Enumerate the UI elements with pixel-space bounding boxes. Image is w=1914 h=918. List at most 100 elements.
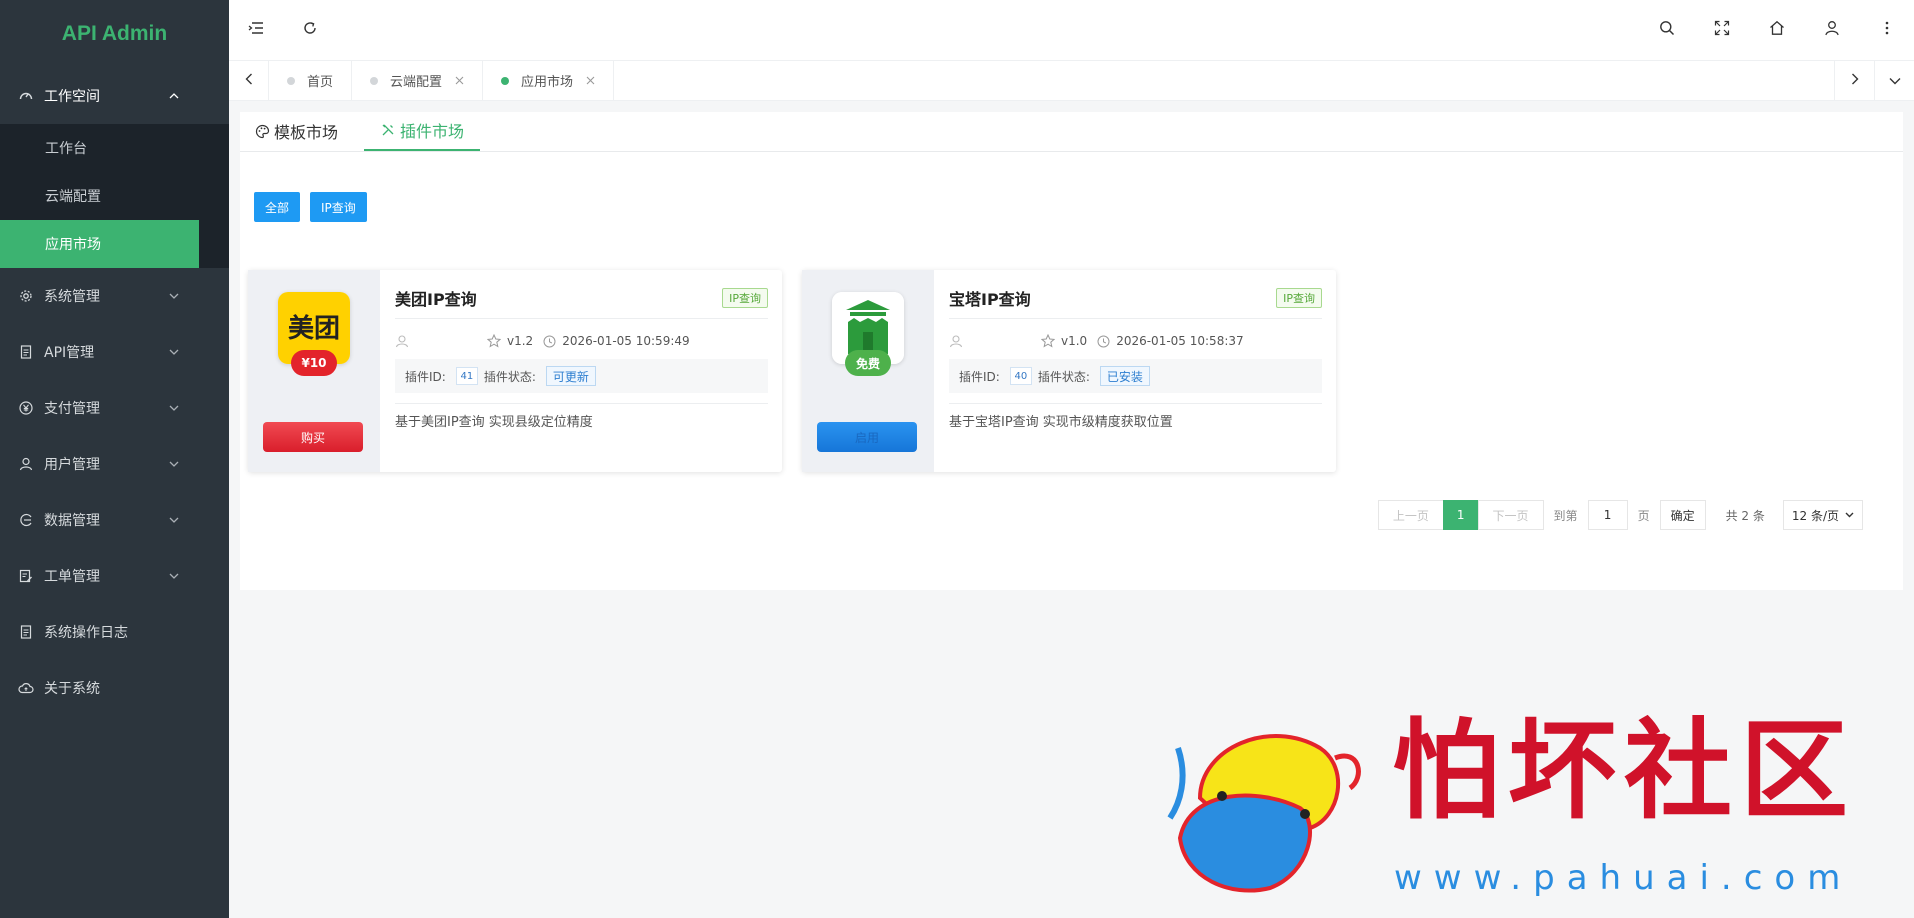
filter-all-button[interactable]: 全部	[254, 192, 301, 222]
watermark-url: www.pahuai.com	[1394, 858, 1853, 898]
buy-button[interactable]: 购买	[263, 422, 363, 452]
tab-cloud-config[interactable]: 云端配置	[352, 60, 484, 101]
enable-button[interactable]: 启用	[817, 422, 917, 452]
chevron-down-icon	[169, 347, 179, 357]
plugin-card-cover: 美团 ¥10 购买	[248, 270, 380, 472]
tab-label: 云端配置	[390, 75, 443, 90]
page-number-input[interactable]: 1	[1587, 500, 1628, 530]
tab-dot	[501, 76, 510, 85]
chevron-down-icon	[169, 291, 179, 301]
log-icon	[18, 624, 34, 640]
page-size-value: 12 条/页	[1791, 508, 1839, 523]
clock-icon	[1097, 335, 1110, 347]
star-icon	[487, 334, 501, 348]
confirm-page-button[interactable]: 确定	[1659, 500, 1706, 530]
refresh-icon	[302, 20, 318, 40]
sidebar-item-operation-log[interactable]: 系统操作日志	[0, 604, 229, 660]
fullscreen-icon	[1714, 20, 1730, 40]
plugin-description: 基于美团IP查询 实现县级定位精度	[395, 414, 593, 430]
search-button[interactable]	[1639, 0, 1694, 60]
page-size-select[interactable]: 12 条/页	[1782, 500, 1863, 530]
clock-icon	[543, 335, 556, 347]
next-page-button[interactable]: 下一页	[1477, 500, 1544, 530]
close-icon[interactable]	[454, 76, 464, 86]
plugin-id-label: 插件ID:	[405, 369, 446, 384]
price-badge: 免费	[845, 350, 891, 376]
sidebar-item-app-market[interactable]: 应用市场	[0, 220, 199, 268]
status-badge: 可更新	[545, 366, 596, 386]
tab-app-market[interactable]: 应用市场	[483, 60, 615, 101]
tab-dot	[370, 76, 379, 85]
yen-icon	[18, 400, 34, 416]
version-info: v1.2	[487, 334, 533, 348]
sidebar-item-cloud-config[interactable]: 云端配置	[0, 172, 199, 220]
user-button[interactable]	[1804, 0, 1859, 60]
fullscreen-button[interactable]	[1694, 0, 1749, 60]
sidebar-item-about[interactable]: 关于系统	[0, 660, 229, 716]
sidebar-item-workspace[interactable]: 工作空间	[0, 68, 229, 124]
chevron-down-icon	[1845, 512, 1854, 518]
plugin-meta: v1.2 2026-01-05 10:59:49	[395, 323, 768, 359]
tools-icon	[380, 122, 396, 138]
sidebar-item-payment[interactable]: 支付管理	[0, 380, 229, 436]
time-text: 2026-01-05 10:59:49	[562, 334, 690, 348]
sidebar-item-api[interactable]: API管理	[0, 324, 229, 380]
price-badge: ¥10	[291, 350, 337, 376]
tab-label: 插件市场	[400, 122, 465, 141]
tab-label: 首页	[307, 75, 334, 90]
sidebar-item-label: 用户管理	[44, 457, 100, 473]
chevron-down-icon	[169, 571, 179, 581]
plugin-id: 41	[455, 367, 478, 385]
tab-label: 应用市场	[521, 75, 574, 90]
app-title: API Admin	[61, 22, 168, 45]
plugin-title: 美团IP查询	[395, 290, 477, 309]
prev-page-button[interactable]: 上一页	[1377, 500, 1444, 530]
page-button[interactable]: 1	[1442, 500, 1479, 530]
tab-plugin-market[interactable]: 插件市场	[364, 111, 481, 151]
category-tag: IP查询	[722, 288, 768, 308]
category-tag: IP查询	[1276, 288, 1322, 308]
chevron-down-icon	[169, 459, 179, 469]
chevron-down-icon	[169, 403, 179, 413]
tabs-scroll-right-button[interactable]	[1834, 61, 1874, 101]
data-icon	[18, 512, 34, 528]
status-badge: 已安装	[1099, 366, 1150, 386]
sidebar-item-label: 工作空间	[44, 89, 100, 105]
home-button[interactable]	[1749, 0, 1804, 60]
tabs-menu-button[interactable]	[1874, 61, 1914, 101]
chevron-left-icon	[245, 73, 253, 89]
tab-template-market[interactable]: 模板市场	[254, 111, 352, 151]
more-button[interactable]	[1859, 0, 1914, 60]
tabs-right-controls	[1834, 61, 1914, 101]
goto-label: 到第	[1553, 508, 1578, 523]
sidebar-item-data[interactable]: 数据管理	[0, 492, 229, 548]
plugin-status-label: 插件状态:	[483, 369, 536, 384]
collapse-menu-button[interactable]	[229, 0, 283, 60]
refresh-button[interactable]	[283, 0, 337, 60]
plugin-card-cover: 免费 启用	[802, 270, 934, 472]
filter-ip-query-button[interactable]: IP查询	[310, 192, 367, 222]
sidebar-item-tickets[interactable]: 工单管理	[0, 548, 229, 604]
page-unit-label: 页	[1637, 508, 1650, 523]
sidebar-item-workbench[interactable]: 工作台	[0, 124, 199, 172]
chevron-down-icon	[169, 515, 179, 525]
category-filters: 全部 IP查询	[254, 192, 367, 222]
sidebar-item-label: 关于系统	[44, 681, 100, 697]
sidebar-item-system[interactable]: 系统管理	[0, 268, 229, 324]
plugin-id-label: 插件ID:	[959, 369, 1000, 384]
top-header	[229, 0, 1914, 60]
sidebar: API Admin 工作空间 工作台 云端配置 应用市场 系统管理 API管理 …	[0, 0, 229, 918]
market-tabs: 模板市场 插件市场	[240, 112, 1903, 152]
close-icon[interactable]	[585, 76, 595, 86]
chevron-right-icon	[1851, 73, 1859, 89]
plugin-info: 插件ID: 40 插件状态: 已安装	[949, 359, 1322, 393]
plugin-title: 宝塔IP查询	[949, 290, 1031, 309]
search-icon	[1659, 20, 1675, 40]
tabs-scroll-left-button[interactable]	[229, 60, 269, 101]
divider	[395, 318, 768, 319]
chevron-down-icon	[1889, 73, 1901, 89]
plugin-card: 美团 ¥10 购买 美团IP查询 IP查询 v1.2 2026-01-05 10…	[248, 270, 782, 472]
cloud-icon	[18, 680, 34, 696]
sidebar-item-users[interactable]: 用户管理	[0, 436, 229, 492]
tab-home[interactable]: 首页	[269, 60, 353, 101]
